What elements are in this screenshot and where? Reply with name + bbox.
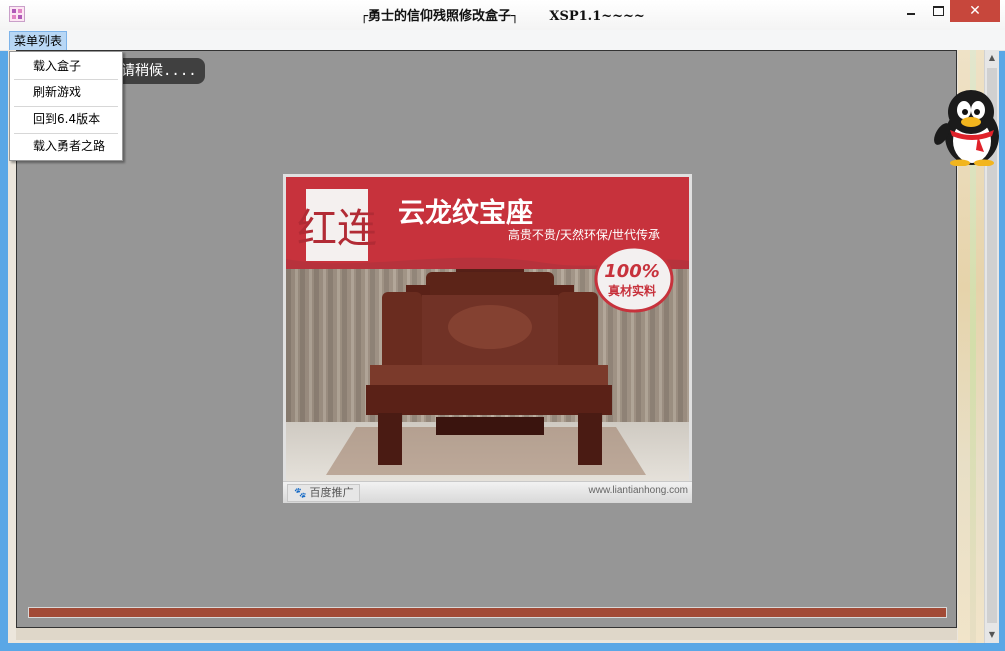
- ad-url[interactable]: www.liantianhong.com: [589, 485, 689, 496]
- menu-item-revert-version[interactable]: 回到6.4版本: [10, 106, 122, 132]
- minimize-icon: [907, 13, 915, 15]
- scroll-down-icon[interactable]: ▼: [985, 627, 999, 643]
- progress-bar: [28, 607, 947, 618]
- advertisement[interactable]: 红连 云龙纹宝座 高贵不贵/天然环保/世代传承 100% 真材实料 🐾 百度推广 …: [283, 174, 692, 503]
- window-title: ┌勇士的信仰残照修改盒子┐ XSP1.1~~~~: [0, 5, 1005, 24]
- menu-list-button[interactable]: 菜单列表: [9, 31, 68, 51]
- ad-tagline: 高贵不贵/天然环保/世代传承: [508, 227, 660, 242]
- ad-headline: 云龙纹宝座: [398, 197, 533, 229]
- menu-bar: 菜单列表: [0, 30, 1005, 51]
- title-bar: ┌勇士的信仰残照修改盒子┐ XSP1.1~~~~ ✕: [0, 0, 1005, 30]
- ad-badge-percent: 100%: [604, 261, 660, 282]
- close-button[interactable]: ✕: [950, 0, 1000, 22]
- panel-bottom-strip: [16, 628, 957, 640]
- ad-promo-tag[interactable]: 🐾 百度推广: [287, 484, 361, 502]
- close-icon: ✕: [969, 3, 981, 19]
- minimize-button[interactable]: [894, 0, 926, 22]
- menu-item-load-hero-road[interactable]: 载入勇者之路: [10, 133, 122, 159]
- ad-promo-label: 百度推广: [309, 486, 354, 499]
- menu-item-load-box[interactable]: 载入盒子: [10, 53, 122, 79]
- menu-item-refresh-game[interactable]: 刷新游戏: [10, 79, 122, 105]
- window-version: XSP1.1~~~~: [549, 9, 645, 24]
- ad-badge-text: 真材实料: [608, 283, 656, 298]
- maximize-button[interactable]: [926, 0, 950, 22]
- paw-icon: 🐾: [294, 488, 307, 499]
- dropdown-menu: 载入盒子 刷新游戏 回到6.4版本 载入勇者之路: [9, 51, 123, 161]
- ad-image[interactable]: 红连 云龙纹宝座 高贵不贵/天然环保/世代传承 100% 真材实料: [286, 177, 689, 481]
- ad-logo: 红连: [297, 206, 377, 252]
- window-title-text: ┌勇士的信仰残照修改盒子┐: [360, 9, 519, 24]
- maximize-icon: [933, 6, 944, 16]
- ad-footer: 🐾 百度推广 www.liantianhong.com: [283, 481, 692, 503]
- scroll-up-icon[interactable]: ▲: [985, 50, 999, 66]
- qq-penguin-icon[interactable]: [932, 88, 1005, 166]
